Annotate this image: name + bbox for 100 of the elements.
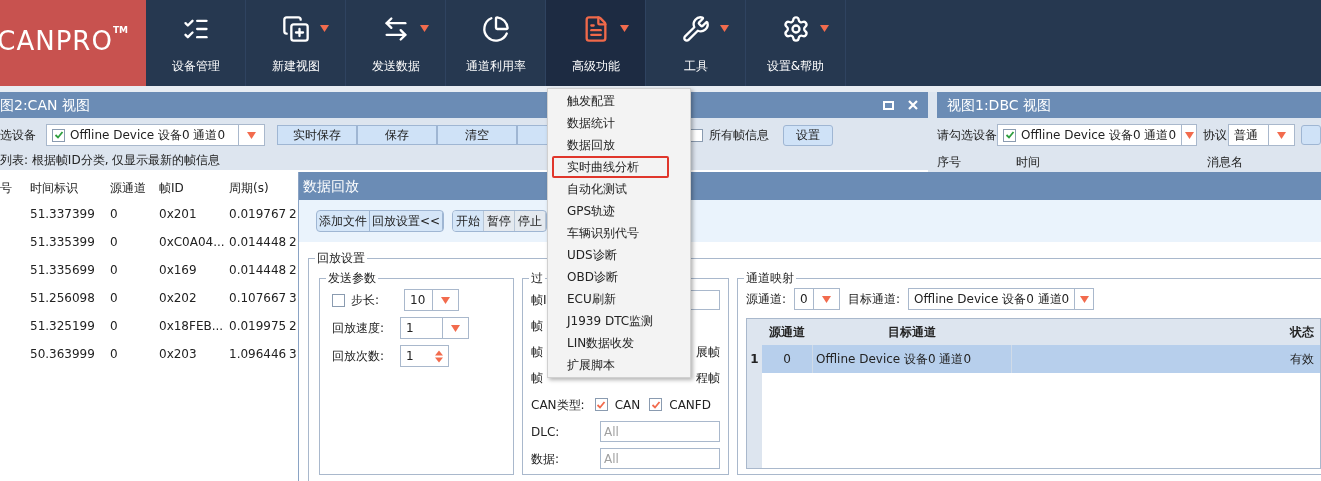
group-title: 回放设置 bbox=[315, 249, 367, 267]
menu-item[interactable]: LIN数据收发 bbox=[552, 332, 669, 354]
table-row[interactable]: 0 Offline Device 设备0 通道0 有效 bbox=[762, 345, 1320, 373]
table-cell-text: 3 bbox=[289, 290, 298, 307]
column-header: 源通道 bbox=[110, 180, 147, 197]
menu-item[interactable]: 触发配置 bbox=[552, 90, 669, 112]
spinner-arrows-icon[interactable] bbox=[435, 349, 443, 363]
field-label: 回放次数: bbox=[332, 348, 386, 365]
caret-icon bbox=[1079, 295, 1089, 303]
toolbar-button[interactable] bbox=[1301, 125, 1321, 145]
dropdown-value: Offline Device 设备0 通道0 bbox=[913, 291, 1071, 308]
toolbar-button[interactable]: 实时保存 bbox=[277, 125, 357, 145]
row-number: 1 bbox=[749, 351, 760, 368]
wrench-icon bbox=[681, 15, 710, 43]
column-header: 序号 bbox=[937, 154, 962, 171]
toolbar-button[interactable]: 停止 bbox=[515, 211, 547, 231]
menu-item[interactable]: GPS轨迹 bbox=[552, 200, 669, 222]
table-cell-text: 0x169 bbox=[159, 262, 198, 279]
menu-item[interactable]: 车辆识别代号 bbox=[552, 222, 669, 244]
dropdown[interactable]: Offline Device 设备0 通道0 bbox=[46, 124, 265, 146]
dropdown[interactable]: 0 bbox=[794, 288, 841, 310]
menu-item[interactable]: 自动化测试 bbox=[552, 178, 669, 200]
table-cell-text: 0.019767 bbox=[229, 206, 288, 223]
field-label: 数据: bbox=[531, 450, 560, 468]
column-header: 消息名 bbox=[1207, 154, 1244, 171]
table-cell-text: 0xC0A04... bbox=[159, 234, 226, 251]
column-header: 时间 bbox=[1016, 154, 1041, 171]
dropdown[interactable]: Offline Device 设备0 通道0 bbox=[908, 288, 1095, 310]
input-field[interactable]: All bbox=[600, 421, 720, 442]
checkbox[interactable] bbox=[52, 128, 65, 142]
column-header: 周期(s) bbox=[229, 180, 270, 197]
checkbox-label: 所有帧信息 bbox=[709, 127, 769, 144]
chart-icon bbox=[481, 15, 510, 43]
table-cell-text: 50.363999 bbox=[30, 346, 96, 363]
maximize-icon[interactable] bbox=[883, 100, 894, 110]
checkbox-label: CANFD bbox=[669, 396, 711, 414]
settings-button[interactable]: 设置 bbox=[783, 124, 833, 146]
dropdown[interactable]: Offline Device 设备0 通道0 bbox=[997, 124, 1197, 146]
dropdown[interactable]: 1 bbox=[400, 317, 469, 339]
panel-title: 图2:CAN 视图 bbox=[0, 95, 90, 115]
panel-title: 视图1:DBC 视图 bbox=[947, 95, 1051, 115]
table-cell-text: 2 bbox=[289, 206, 298, 223]
dropdown-caret-icon bbox=[819, 25, 829, 32]
menu-item[interactable]: 实时曲线分析 bbox=[552, 156, 669, 178]
table-cell-text: 2 bbox=[289, 318, 298, 335]
dropdown[interactable]: 普通 bbox=[1228, 124, 1295, 146]
device-label: 选设备 bbox=[0, 127, 37, 144]
table-cell-text: 0 bbox=[110, 346, 119, 363]
table-cell-text: 0x202 bbox=[159, 290, 198, 307]
dropdown-value: 普通 bbox=[1233, 127, 1259, 144]
caret-icon bbox=[451, 324, 460, 332]
close-icon[interactable] bbox=[908, 100, 918, 110]
dropdown[interactable]: 10 bbox=[404, 289, 459, 311]
toolbar-button[interactable]: 回放设置<< bbox=[370, 211, 444, 231]
field-label: 帧 bbox=[531, 370, 543, 387]
dropdown-caret-icon bbox=[719, 25, 729, 32]
field-label: 源通道: bbox=[746, 291, 787, 308]
checkbox[interactable] bbox=[1003, 128, 1016, 142]
dropdown-caret-icon bbox=[619, 25, 629, 32]
field-label: 帧 bbox=[531, 344, 543, 361]
group-title: 发送参数 bbox=[326, 269, 378, 287]
menu-item[interactable]: ECU刷新 bbox=[552, 288, 669, 310]
column-header: 号 bbox=[0, 180, 13, 197]
field-label: CAN类型: bbox=[531, 396, 586, 414]
table-cell-text: 51.337399 bbox=[30, 206, 96, 223]
menu-item[interactable]: 数据回放 bbox=[552, 134, 669, 156]
menu-item[interactable]: OBD诊断 bbox=[552, 266, 669, 288]
toolbar-button[interactable]: 暂停 bbox=[484, 211, 516, 231]
checkbox[interactable] bbox=[649, 398, 663, 411]
menu-item[interactable]: J1939 DTC监测 bbox=[552, 310, 669, 332]
checkbox[interactable] bbox=[594, 398, 608, 411]
field-label: DLC: bbox=[531, 423, 560, 441]
device-label: 请勾选设备 bbox=[937, 127, 997, 144]
toolbar-button[interactable]: 开始 bbox=[453, 211, 485, 231]
toolbar-button[interactable]: 保存 bbox=[357, 125, 437, 145]
menu-item[interactable]: 扩展脚本 bbox=[552, 354, 669, 376]
table-cell: Offline Device 设备0 通道0 bbox=[812, 345, 1012, 373]
dropdown-value: 10 bbox=[409, 292, 427, 309]
spin-box[interactable]: 1 bbox=[400, 345, 449, 367]
toolbar-button[interactable]: 高级功能 bbox=[546, 0, 646, 86]
checkbox[interactable] bbox=[332, 293, 345, 307]
caret-icon bbox=[247, 131, 256, 139]
table-cell-text: 0x203 bbox=[159, 346, 198, 363]
checkbox-label: 展帧 bbox=[696, 344, 720, 361]
gear-icon bbox=[781, 15, 810, 43]
dropdown-caret-icon bbox=[419, 25, 429, 32]
dropdown-value: 1 bbox=[405, 320, 415, 337]
table-cell-text: 0x201 bbox=[159, 206, 198, 223]
menu-item[interactable]: 数据统计 bbox=[552, 112, 669, 134]
caret-icon bbox=[1184, 131, 1194, 139]
caret-icon bbox=[441, 296, 450, 304]
table-cell-text: 0 bbox=[110, 262, 119, 279]
toolbar-button[interactable]: 添加文件 bbox=[317, 211, 370, 231]
toolbar-button[interactable]: 清空 bbox=[437, 125, 517, 145]
table-cell-text: 51.256098 bbox=[30, 290, 96, 307]
input-field[interactable]: All bbox=[600, 448, 720, 469]
dropdown-value: Offline Device 设备0 通道0 bbox=[1020, 127, 1178, 144]
caret-icon bbox=[1277, 131, 1286, 139]
menu-item[interactable]: UDS诊断 bbox=[552, 244, 669, 266]
table-cell-text: 0 bbox=[110, 234, 119, 251]
